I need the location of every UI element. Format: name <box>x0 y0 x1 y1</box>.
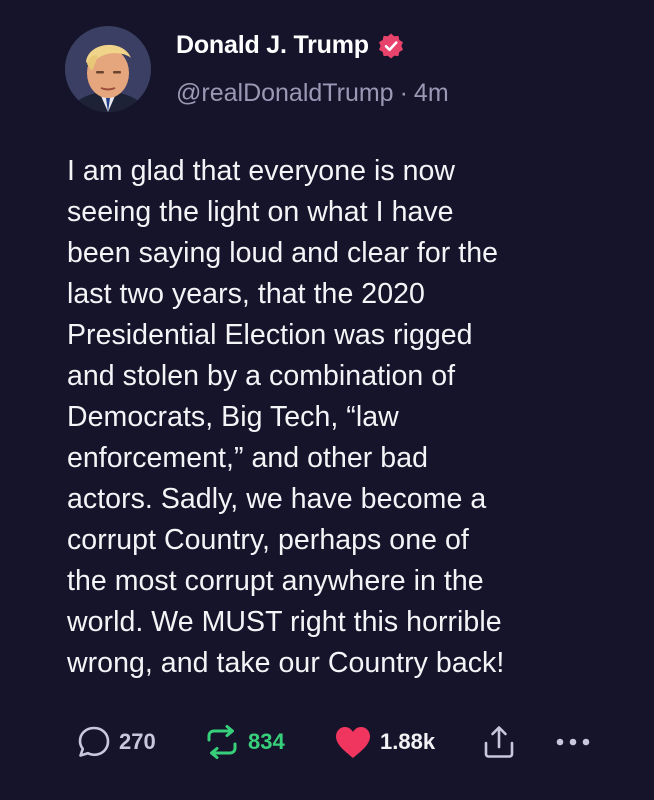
retruth-arrows-icon <box>203 724 241 760</box>
like-button[interactable]: 1.88k <box>333 722 435 762</box>
author-display-name[interactable]: Donald J. Trump <box>176 31 369 60</box>
reply-count: 270 <box>119 729 156 754</box>
profile-photo-icon <box>65 26 151 112</box>
post-card: Donald J. Trump @realDonaldTrump · 4m I am… <box>0 0 654 800</box>
retruth-count: 834 <box>248 729 285 754</box>
author-name-row: Donald J. Trump <box>176 31 405 60</box>
author-avatar[interactable] <box>65 26 151 112</box>
ellipsis-icon <box>553 724 593 760</box>
author-handle[interactable]: @realDonaldTrump <box>176 79 394 107</box>
post-timestamp[interactable]: 4m <box>414 79 449 107</box>
post-body-text: I am glad that everyone is now seeing th… <box>67 155 505 679</box>
share-icon <box>482 724 516 760</box>
meta-separator: · <box>399 79 408 107</box>
author-meta-row: @realDonaldTrump · 4m <box>176 79 449 108</box>
reply-button[interactable]: 270 <box>76 722 156 762</box>
heart-icon <box>333 724 373 760</box>
verified-badge-icon <box>377 32 405 60</box>
more-options-button[interactable] <box>553 722 593 762</box>
retruth-button[interactable]: 834 <box>203 722 285 762</box>
like-count: 1.88k <box>380 729 436 754</box>
share-button[interactable] <box>482 722 516 762</box>
speech-bubble-icon <box>76 724 112 760</box>
